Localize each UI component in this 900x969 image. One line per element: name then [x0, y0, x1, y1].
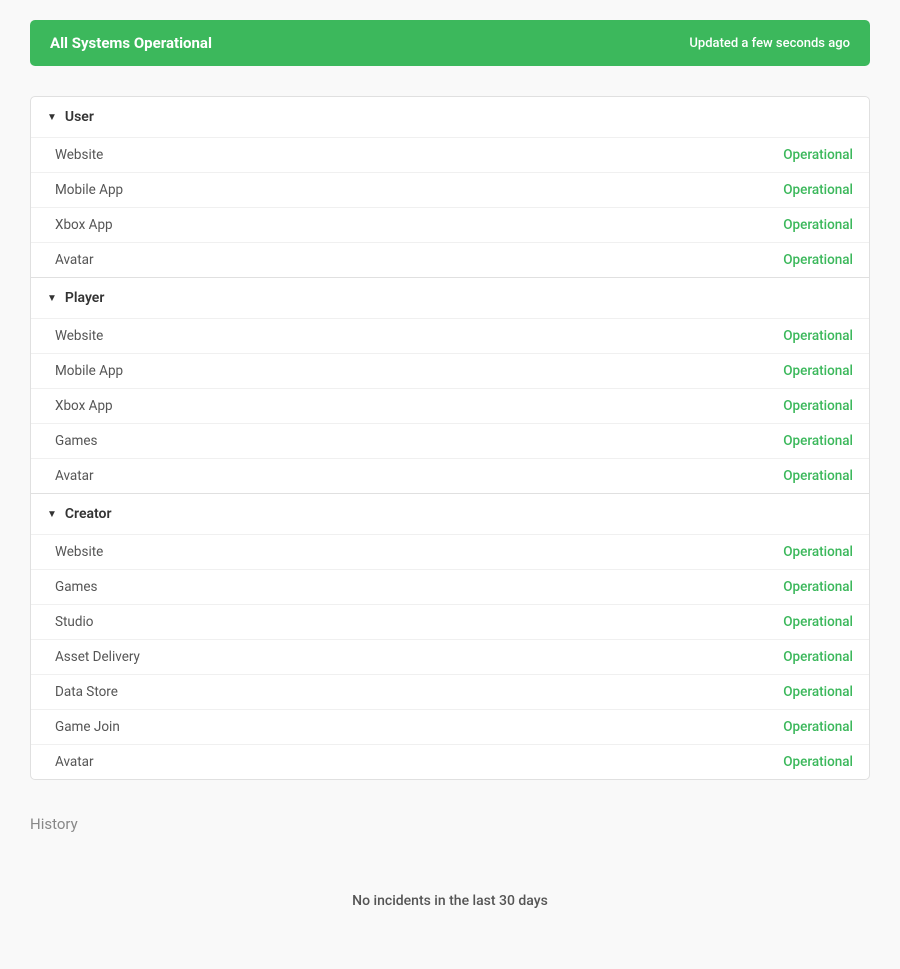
- category-player: ▼ Player Website Operational Mobile App O…: [31, 278, 869, 494]
- item-name: Website: [55, 147, 103, 163]
- item-name: Xbox App: [55, 217, 113, 233]
- item-name: Asset Delivery: [55, 649, 140, 665]
- category-name: User: [65, 109, 94, 125]
- list-item: Studio Operational: [31, 604, 869, 639]
- category-header-creator[interactable]: ▼ Creator: [31, 494, 869, 534]
- chevron-down-icon: ▼: [47, 509, 57, 520]
- item-name: Website: [55, 328, 103, 344]
- status-banner-updated: Updated a few seconds ago: [689, 36, 850, 51]
- item-status: Operational: [783, 147, 853, 163]
- status-banner: All Systems Operational Updated a few se…: [30, 20, 870, 66]
- item-status: Operational: [783, 252, 853, 268]
- page-wrapper: All Systems Operational Updated a few se…: [0, 0, 900, 969]
- category-name: Player: [65, 290, 104, 306]
- list-item: Avatar Operational: [31, 744, 869, 779]
- category-header-player[interactable]: ▼ Player: [31, 278, 869, 318]
- item-status: Operational: [783, 649, 853, 665]
- item-status: Operational: [783, 614, 853, 630]
- list-item: Website Operational: [31, 137, 869, 172]
- history-section: History No incidents in the last 30 days: [30, 815, 870, 949]
- list-item: Xbox App Operational: [31, 388, 869, 423]
- item-status: Operational: [783, 579, 853, 595]
- item-status: Operational: [783, 217, 853, 233]
- category-header-user[interactable]: ▼ User: [31, 97, 869, 137]
- item-status: Operational: [783, 719, 853, 735]
- list-item: Avatar Operational: [31, 242, 869, 277]
- category-creator: ▼ Creator Website Operational Games Opera…: [31, 494, 869, 779]
- item-status: Operational: [783, 684, 853, 700]
- item-status: Operational: [783, 363, 853, 379]
- list-item: Games Operational: [31, 569, 869, 604]
- category-name: Creator: [65, 506, 112, 522]
- status-banner-title: All Systems Operational: [50, 34, 212, 52]
- item-name: Avatar: [55, 754, 94, 770]
- list-item: Mobile App Operational: [31, 353, 869, 388]
- list-item: Games Operational: [31, 423, 869, 458]
- systems-container: ▼ User Website Operational Mobile App Ope…: [30, 96, 870, 780]
- history-title: History: [30, 815, 870, 833]
- chevron-down-icon: ▼: [47, 293, 57, 304]
- item-name: Games: [55, 433, 98, 449]
- item-status: Operational: [783, 328, 853, 344]
- item-status: Operational: [783, 754, 853, 770]
- item-name: Game Join: [55, 719, 120, 735]
- item-name: Website: [55, 544, 103, 560]
- list-item: Game Join Operational: [31, 709, 869, 744]
- item-name: Mobile App: [55, 363, 123, 379]
- item-name: Data Store: [55, 684, 118, 700]
- item-name: Games: [55, 579, 98, 595]
- list-item: Avatar Operational: [31, 458, 869, 493]
- item-name: Studio: [55, 614, 93, 630]
- item-name: Avatar: [55, 252, 94, 268]
- item-name: Avatar: [55, 468, 94, 484]
- chevron-down-icon: ▼: [47, 112, 57, 123]
- category-user: ▼ User Website Operational Mobile App Ope…: [31, 97, 869, 278]
- item-status: Operational: [783, 544, 853, 560]
- item-status: Operational: [783, 182, 853, 198]
- list-item: Website Operational: [31, 318, 869, 353]
- list-item: Website Operational: [31, 534, 869, 569]
- item-name: Mobile App: [55, 182, 123, 198]
- list-item: Mobile App Operational: [31, 172, 869, 207]
- item-status: Operational: [783, 468, 853, 484]
- list-item: Asset Delivery Operational: [31, 639, 869, 674]
- no-incidents-text: No incidents in the last 30 days: [30, 853, 870, 949]
- item-status: Operational: [783, 398, 853, 414]
- list-item: Xbox App Operational: [31, 207, 869, 242]
- item-name: Xbox App: [55, 398, 113, 414]
- item-status: Operational: [783, 433, 853, 449]
- list-item: Data Store Operational: [31, 674, 869, 709]
